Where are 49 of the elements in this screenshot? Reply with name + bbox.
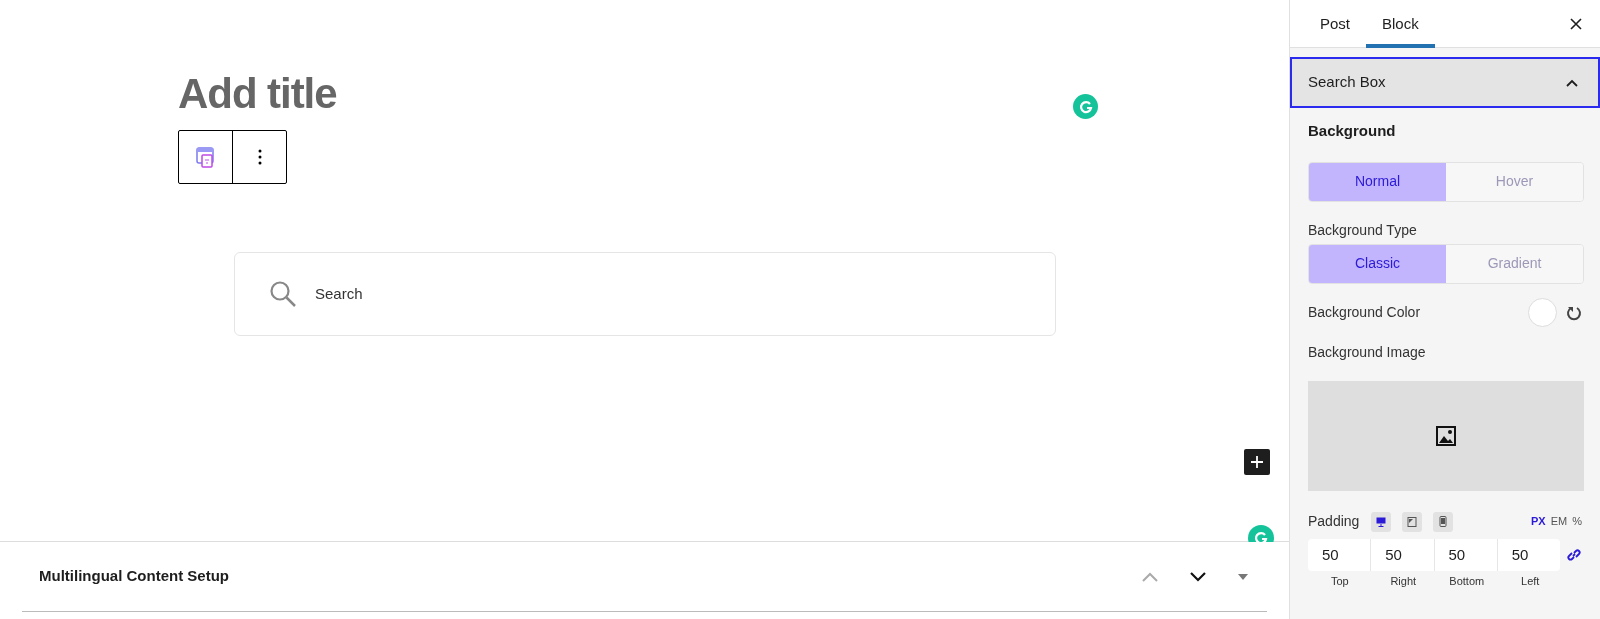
title-field[interactable]: Add title <box>178 70 1289 118</box>
padding-input[interactable]: 50 <box>1308 538 1372 571</box>
link-icon <box>1566 546 1582 563</box>
search-field[interactable]: Search <box>234 252 1056 336</box>
padding-side-label: Bottom <box>1449 573 1485 589</box>
search-block-icon <box>195 146 216 168</box>
field-label: Background Image <box>1308 342 1427 362</box>
reset-button[interactable] <box>1566 304 1582 321</box>
toggle-panel-button[interactable] <box>1237 572 1249 581</box>
unit-button[interactable]: PX <box>1531 513 1546 530</box>
search-icon <box>269 280 297 308</box>
search-placeholder: Search <box>315 283 363 304</box>
sidebar-tab[interactable]: Post <box>1304 0 1366 48</box>
color-swatch[interactable] <box>1528 298 1557 327</box>
caret-down-icon <box>1237 572 1249 581</box>
padding-input[interactable]: 50 <box>1434 538 1498 571</box>
tablet-icon <box>1407 516 1418 527</box>
section-heading: Background <box>1308 121 1397 141</box>
link-button[interactable] <box>1566 546 1582 563</box>
field-label: Background Color <box>1308 303 1421 322</box>
panel-header[interactable]: Search Box <box>1290 57 1600 108</box>
padding-side-label: Right <box>1390 573 1417 589</box>
field-label: Padding <box>1308 512 1360 531</box>
segment-button[interactable]: Normal <box>1309 162 1446 201</box>
unit-button[interactable]: EM <box>1550 513 1568 530</box>
chevron-down-icon <box>1189 570 1207 583</box>
desktop-icon <box>1376 516 1387 527</box>
plus-icon <box>1250 455 1264 469</box>
desktop-device-button[interactable] <box>1371 511 1392 532</box>
segment-button[interactable]: Classic <box>1309 244 1446 283</box>
image-icon <box>1436 425 1456 446</box>
padding-side-label: Left <box>1521 573 1540 589</box>
chevron-up-icon <box>1141 570 1159 583</box>
sidebar-tab[interactable]: Block <box>1366 0 1435 48</box>
mobile-icon <box>1439 516 1448 527</box>
field-label: Background Type <box>1308 220 1418 240</box>
panel-title: Multilingual Content Setup <box>39 566 229 587</box>
close-icon <box>1570 17 1582 30</box>
tablet-device-button[interactable] <box>1402 511 1423 532</box>
move-down-button[interactable] <box>1189 570 1207 583</box>
unit-button[interactable]: % <box>1572 513 1582 530</box>
padding-side-label: Top <box>1330 573 1349 589</box>
mobile-device-button[interactable] <box>1433 511 1454 532</box>
padding-input[interactable]: 50 <box>1497 538 1560 571</box>
chevron-up-icon <box>1566 78 1578 87</box>
padding-input[interactable]: 50 <box>1371 538 1435 571</box>
reset-icon <box>1566 304 1582 321</box>
more-vertical-icon <box>257 149 262 165</box>
add-block-button[interactable] <box>1244 449 1270 475</box>
